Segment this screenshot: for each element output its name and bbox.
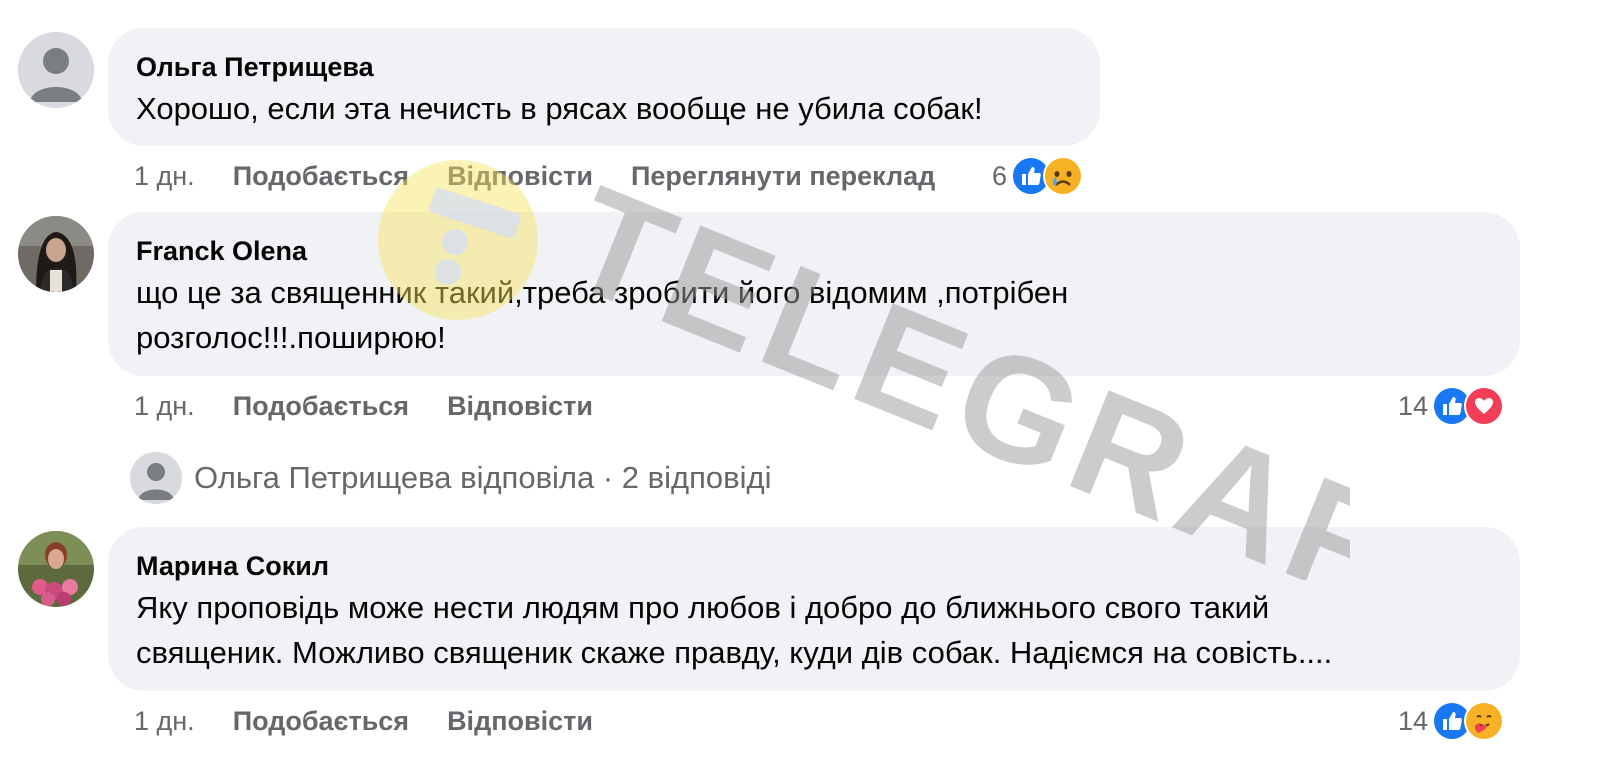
reply-button[interactable]: Відповісти <box>447 161 593 192</box>
sad-icon <box>1043 156 1084 196</box>
comment-actions: 1 дн. Подобається Відповісти Переглянути… <box>134 156 973 196</box>
comment-text: Яку проповідь може нести людям про любов… <box>136 585 1492 675</box>
comment-text-line: священик. Можливо священик скаже правду,… <box>136 635 1333 670</box>
comment-time[interactable]: 1 дн. <box>134 391 195 422</box>
like-button[interactable]: Подобається <box>233 391 409 422</box>
avatar-default <box>130 452 182 504</box>
care-icon <box>1464 701 1505 741</box>
comment-text-line: що це за священник такий,треба зробити й… <box>136 275 1069 310</box>
default-avatar-icon <box>18 32 94 108</box>
avatar-photo[interactable] <box>18 216 94 292</box>
comment-actions: 1 дн. Подобається Відповісти <box>134 701 631 741</box>
comment-text: Хорошо, если эта нечисть в рясах вообще … <box>136 91 983 126</box>
reaction-count: 14 <box>1398 390 1429 421</box>
user-photo-icon <box>18 216 94 292</box>
comment-bubble: Марина Сокил Яку проповідь може нести лю… <box>108 527 1520 691</box>
comment-bubble: Franck Olena що це за священник такий,тр… <box>108 212 1520 376</box>
view-replies-link[interactable]: Ольга Петрищева відповіла · 2 відповіді <box>130 452 771 504</box>
comment-author[interactable]: Franck Olena <box>136 234 1492 268</box>
comment-text-line: розголос!!!.поширюю! <box>136 320 446 355</box>
reaction-summary[interactable]: 6 <box>992 154 1084 198</box>
comment-text: що це за священник такий,треба зробити й… <box>136 270 1492 360</box>
comment-text-line: Яку проповідь може нести людям про любов… <box>136 590 1270 625</box>
default-avatar-icon <box>130 452 182 504</box>
comment-bubble: Ольга Петрищева Хорошо, если эта нечисть… <box>108 28 1100 146</box>
see-translation-button[interactable]: Переглянути переклад <box>631 161 935 192</box>
avatar-photo[interactable] <box>18 531 94 607</box>
reaction-summary[interactable]: 14 <box>1398 699 1505 743</box>
comment-time[interactable]: 1 дн. <box>134 161 195 192</box>
avatar-default[interactable] <box>18 32 94 108</box>
reaction-count: 6 <box>992 160 1008 191</box>
reaction-summary[interactable]: 14 <box>1398 384 1505 428</box>
reaction-count: 14 <box>1398 705 1429 736</box>
comment-time[interactable]: 1 дн. <box>134 706 195 737</box>
replies-summary-text: Ольга Петрищева відповіла · 2 відповіді <box>194 460 772 495</box>
reply-button[interactable]: Відповісти <box>447 391 593 422</box>
comment-actions: 1 дн. Подобається Відповісти <box>134 386 631 426</box>
reply-button[interactable]: Відповісти <box>447 706 593 737</box>
like-button[interactable]: Подобається <box>233 706 409 737</box>
comment-author[interactable]: Марина Сокил <box>136 549 1492 583</box>
like-button[interactable]: Подобається <box>233 161 409 192</box>
user-photo-icon <box>18 531 94 607</box>
comment-author[interactable]: Ольга Петрищева <box>136 50 1072 84</box>
love-icon <box>1464 386 1505 426</box>
